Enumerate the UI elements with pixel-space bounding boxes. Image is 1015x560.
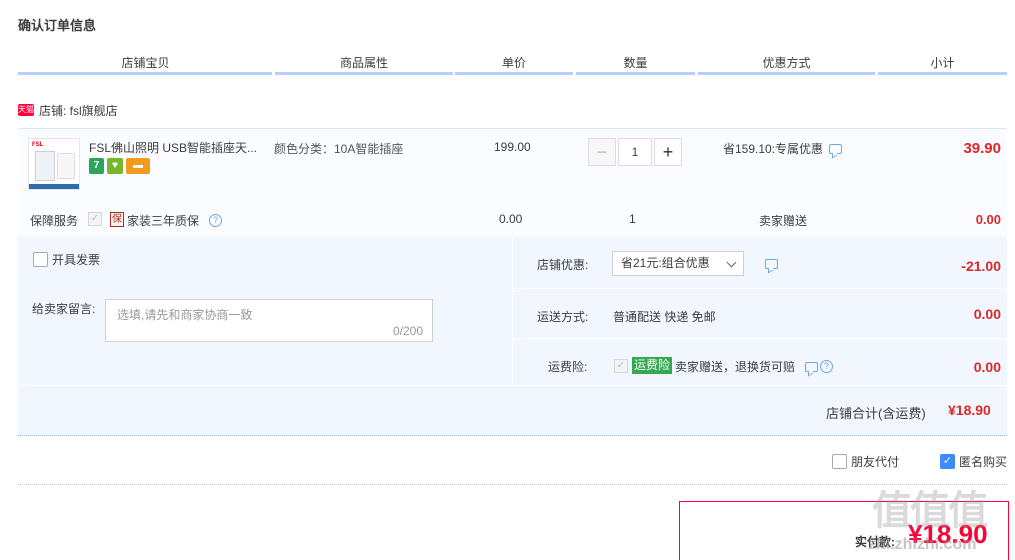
anonymous-purchase-option[interactable]: ✓ 匿名购买 <box>940 453 1007 470</box>
column-underline <box>455 72 573 75</box>
tmall-icon: 天猫 <box>18 104 34 116</box>
product-name-link[interactable]: FSL佛山照明 USB智能插座天... <box>89 139 264 156</box>
divider <box>18 484 1007 485</box>
seller-message-input[interactable]: 选填,请先和商家协商一致 0/200 <box>105 299 433 342</box>
credit-card-icon[interactable]: ▬ <box>126 158 150 174</box>
shop-discount-amount: -21.00 <box>961 258 1001 274</box>
promotion-text: 省159.10:专属优惠 <box>723 142 824 156</box>
help-icon[interactable]: ? <box>209 214 223 227</box>
row-divider <box>513 288 1007 289</box>
service-gift: 卖家赠送 <box>759 214 808 228</box>
shop-name[interactable]: 店铺: fsl旗舰店 <box>39 102 118 119</box>
service-quantity: 1 <box>629 212 636 226</box>
unit-price: 199.00 <box>494 140 531 154</box>
insurance-badge: 运费险 <box>632 357 673 374</box>
shipping-label: 运送方式: <box>537 310 589 324</box>
friend-pay-label: 朋友代付 <box>851 455 900 469</box>
warranty-icon: 保 <box>110 212 124 227</box>
service-checkbox[interactable]: ✓ <box>88 212 102 226</box>
service-subtotal: 0.00 <box>975 212 1001 227</box>
item-divider <box>18 128 1007 129</box>
column-underline <box>18 72 272 75</box>
quantity-stepper: − 1 + <box>588 138 682 166</box>
shop-discount-value: 省21元:组合优惠 <box>621 256 710 270</box>
service-name: 家装三年质保 <box>127 214 200 228</box>
service-label: 保障服务 <box>30 214 79 228</box>
seven-day-return-icon[interactable]: 7 <box>89 158 104 174</box>
help-icon[interactable]: ? <box>820 360 834 373</box>
insurance-text: 卖家赠送，退换货可赔 <box>675 360 796 374</box>
product-attribute: 颜色分类：10A智能插座 <box>274 142 404 156</box>
friend-pay-option[interactable]: 朋友代付 <box>832 453 899 470</box>
product-image-box <box>35 151 55 181</box>
shop-discount-label: 店铺优惠: <box>537 258 589 272</box>
invoice-checkbox[interactable] <box>33 252 48 267</box>
friend-pay-checkbox[interactable] <box>832 454 847 469</box>
watermark-logo: 值值值 <box>872 489 988 533</box>
shop-row: 天猫 店铺: fsl旗舰店 <box>18 100 118 120</box>
panel-divider <box>512 238 513 385</box>
chat-icon[interactable] <box>829 143 843 154</box>
chevron-down-icon <box>726 257 737 268</box>
message-placeholder: 选填,请先和商家协商一致 <box>117 308 253 322</box>
shipping-method: 普通配送 快递 免邮 <box>613 310 716 324</box>
decrease-quantity-button[interactable]: − <box>588 138 616 166</box>
chat-icon[interactable] <box>765 259 778 269</box>
column-underline <box>275 72 453 75</box>
product-image-device <box>57 153 75 179</box>
increase-quantity-button[interactable]: + <box>654 138 682 166</box>
guarantee-icon[interactable]: ♥ <box>107 158 123 174</box>
shipping-amount: 0.00 <box>973 306 1001 322</box>
watermark-url: zhi.zhizhi.com <box>868 536 977 553</box>
insurance-checkbox[interactable]: ✓ <box>614 359 628 373</box>
insurance-info: 卖家赠送，退换货可赔 ? <box>675 358 834 375</box>
invoice-label: 开具发票 <box>52 253 101 267</box>
message-char-count: 0/200 <box>392 324 423 338</box>
page-title: 确认订单信息 <box>18 18 97 33</box>
product-image-bar <box>29 184 79 189</box>
shop-discount-select[interactable]: 省21元:组合优惠 <box>612 251 744 276</box>
anonymous-checkbox[interactable]: ✓ <box>940 454 955 469</box>
promotion-info: 省159.10:专属优惠 <box>723 140 843 157</box>
invoice-option[interactable]: 开具发票 <box>33 251 100 268</box>
insurance-label: 运费险: <box>548 360 588 374</box>
column-underline <box>878 72 1007 75</box>
quantity-input[interactable]: 1 <box>618 138 652 166</box>
anonymous-label: 匿名购买 <box>959 455 1008 469</box>
shop-total-label: 店铺合计(含运费) <box>826 406 926 421</box>
shop-total-amount: ¥18.90 <box>948 402 991 418</box>
message-label: 给卖家留言: <box>32 302 96 316</box>
service-price: 0.00 <box>499 212 523 226</box>
service-name-group: 家装三年质保 ? <box>127 212 223 229</box>
product-brand-mark: FSL <box>32 142 44 148</box>
product-badges: 7 ♥ ▬ <box>89 158 150 174</box>
row-divider <box>513 338 1007 339</box>
product-thumbnail[interactable]: FSL <box>28 138 80 190</box>
column-underline <box>576 72 695 75</box>
chat-icon[interactable] <box>805 361 819 372</box>
insurance-amount: 0.00 <box>973 359 1001 375</box>
column-underline <box>698 72 875 75</box>
item-subtotal: 39.90 <box>963 140 1001 157</box>
